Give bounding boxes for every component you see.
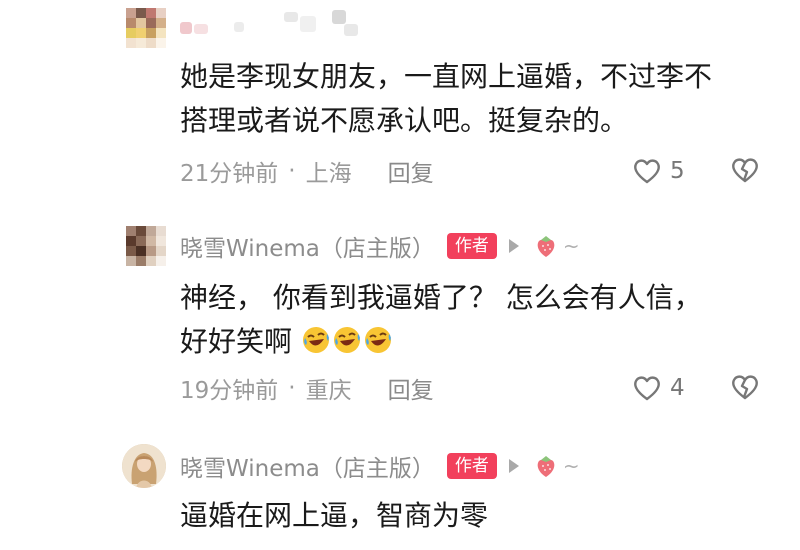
comment-line-2: 搭理或者说不愿承认吧。挺复杂的。 — [180, 104, 629, 137]
broken-heart-icon — [732, 158, 758, 183]
comment-line-1: 神经， 你看到我逼婚了？ 怎么会有人信， — [180, 281, 702, 314]
comment-line-1: 逼婚在网上逼，智商为零 — [180, 499, 489, 532]
strawberry-icon[interactable] — [533, 233, 559, 259]
comment-text: 神经， 你看到我逼婚了？ 怎么会有人信， 好好笑啊 — [180, 276, 702, 364]
comment-line-2: 好好笑啊 — [180, 325, 293, 358]
username-redacted[interactable] — [176, 8, 376, 38]
avatar[interactable] — [126, 226, 166, 266]
like-button[interactable]: 4 — [632, 374, 685, 402]
comment-1: 她是李现女朋友，一直网上逼婚，不过李不 搭理或者说不愿承认吧。挺复杂的。 21分… — [0, 0, 800, 200]
comment-meta: 21分钟前 · 上海 回复 5 — [180, 154, 780, 188]
username[interactable]: 晓雪Winema（店主版） — [180, 449, 435, 483]
reply-button[interactable]: 回复 — [388, 154, 434, 188]
avatar[interactable] — [126, 8, 166, 48]
comment-header: 晓雪Winema（店主版） 作者 ~ — [180, 230, 580, 262]
comment-3: 晓雪Winema（店主版） 作者 ~ 逼婚在网上逼，智商为零 — [0, 440, 800, 550]
meta-separator: · — [288, 375, 296, 401]
rolling-laughing-emoji — [333, 327, 360, 353]
like-count: 4 — [670, 375, 685, 401]
comment-2: 晓雪Winema（店主版） 作者 ~ 神经， 你看到我逼婚了？ 怎么会有人信， … — [0, 220, 800, 420]
like-count: 5 — [670, 158, 685, 184]
location: 上海 — [305, 161, 352, 187]
comment-text: 她是李现女朋友，一直网上逼婚，不过李不 搭理或者说不愿承认吧。挺复杂的。 — [180, 55, 712, 143]
avatar[interactable] — [122, 444, 166, 488]
comment-line-1: 她是李现女朋友，一直网上逼婚，不过李不 — [180, 60, 713, 93]
broken-heart-icon — [732, 375, 758, 400]
author-badge: 作者 — [446, 233, 497, 259]
comment-meta: 19分钟前 · 重庆 回复 4 — [180, 371, 780, 405]
tilde-icon: ~ — [562, 454, 580, 478]
dislike-button[interactable] — [730, 156, 760, 186]
comment-line-2-wrap: 好好笑啊 — [180, 320, 702, 364]
like-button[interactable]: 5 — [632, 157, 685, 185]
tilde-icon: ~ — [562, 234, 580, 258]
reply-button[interactable]: 回复 — [388, 371, 434, 405]
dislike-button[interactable] — [730, 373, 760, 403]
comment-text: 逼婚在网上逼，智商为零 — [180, 494, 488, 538]
rolling-laughing-emoji — [302, 327, 329, 353]
rolling-laughing-emoji — [364, 327, 391, 353]
comment-header: 晓雪Winema（店主版） 作者 ~ — [180, 450, 580, 482]
heart-outline-icon — [634, 159, 660, 184]
strawberry-icon[interactable] — [533, 453, 559, 479]
username[interactable]: 晓雪Winema（店主版） — [180, 229, 435, 263]
timestamp: 21分钟前 — [180, 161, 279, 187]
location: 重庆 — [305, 378, 352, 404]
avatar-image — [122, 444, 166, 488]
timestamp: 19分钟前 — [180, 378, 279, 404]
play-triangle-icon — [508, 459, 519, 473]
play-triangle-icon — [508, 239, 519, 253]
author-badge: 作者 — [446, 453, 497, 479]
meta-separator: · — [288, 158, 296, 184]
heart-outline-icon — [634, 376, 660, 401]
